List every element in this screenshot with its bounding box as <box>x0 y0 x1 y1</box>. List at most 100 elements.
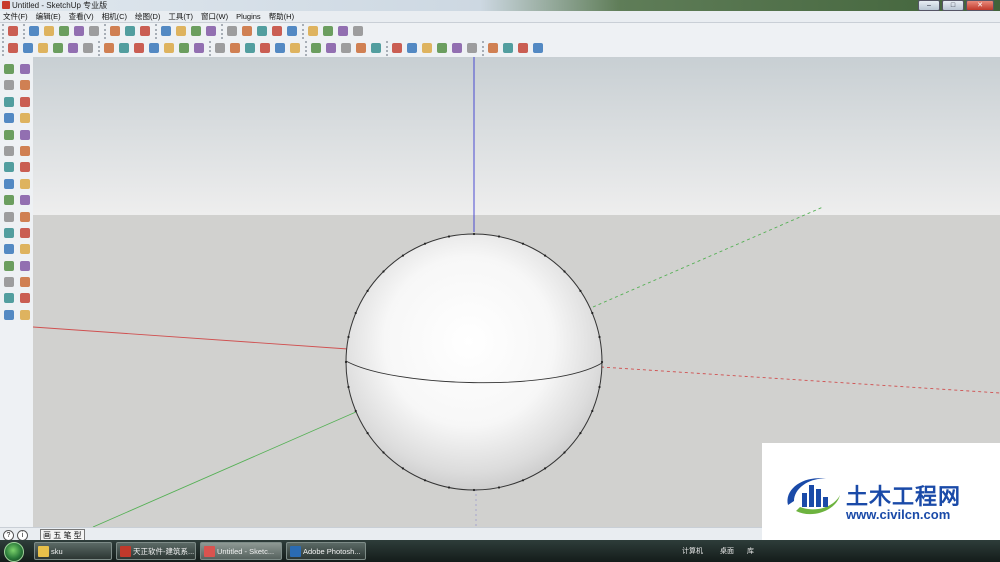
pan-tool-icon[interactable] <box>17 241 33 257</box>
protractor-icon[interactable] <box>36 41 50 55</box>
taskbar-button-tangent[interactable]: 天正软件-建筑系... <box>116 542 196 560</box>
3d-warehouse-icon[interactable] <box>336 24 350 38</box>
rectangle-tool-icon[interactable] <box>1 94 17 110</box>
eraser-tool-icon[interactable] <box>108 24 122 38</box>
menu-edit[interactable]: 编辑(E) <box>33 11 66 22</box>
axes-tool-icon[interactable] <box>6 41 20 55</box>
subtract-icon[interactable] <box>486 41 500 55</box>
text-tool-icon[interactable] <box>17 209 33 225</box>
right-view-icon[interactable] <box>147 41 161 55</box>
intersect-icon[interactable] <box>450 41 464 55</box>
add-detail-icon[interactable] <box>369 41 383 55</box>
text-tool-icon[interactable] <box>51 41 65 55</box>
start-button[interactable] <box>4 542 24 562</box>
look-around-icon[interactable] <box>17 290 33 306</box>
stamp-icon[interactable] <box>339 41 353 55</box>
share-model-icon[interactable] <box>306 24 320 38</box>
back-view-icon[interactable] <box>162 41 176 55</box>
zoom-tool-icon[interactable] <box>255 24 269 38</box>
scale-tool-icon[interactable] <box>1 176 17 192</box>
follow-me-icon[interactable] <box>17 159 33 175</box>
line-tool-icon[interactable] <box>27 24 41 38</box>
tape-measure-icon[interactable] <box>1 192 17 208</box>
rotate-tool-icon[interactable] <box>1 159 17 175</box>
rotate-tool-icon[interactable] <box>189 24 203 38</box>
union-icon[interactable] <box>465 41 479 55</box>
3d-text-icon[interactable] <box>17 225 33 241</box>
taskbar-button-sketchup[interactable]: Untitled - Sketc... <box>200 542 282 560</box>
menu-help[interactable]: 帮助(H) <box>266 11 299 22</box>
orbit-tool-icon[interactable] <box>225 24 239 38</box>
select-tool-icon[interactable] <box>6 24 20 38</box>
close-button[interactable]: ✕ <box>966 0 994 11</box>
circle-tool-icon[interactable] <box>57 24 71 38</box>
tray-desktop[interactable]: 桌面 <box>720 546 734 556</box>
get-models-icon[interactable] <box>285 24 299 38</box>
push-pull-icon[interactable] <box>17 143 33 159</box>
minimize-button[interactable]: – <box>918 0 940 11</box>
extension-warehouse-icon[interactable] <box>351 24 365 38</box>
menu-view[interactable]: 查看(V) <box>66 11 99 22</box>
walk-tool-icon[interactable] <box>405 41 419 55</box>
rectangle-tool-icon[interactable] <box>42 24 56 38</box>
trim-icon[interactable] <box>501 41 515 55</box>
sphere[interactable] <box>345 233 603 491</box>
zoom-window-icon[interactable] <box>17 258 33 274</box>
move-tool-icon[interactable] <box>1 143 17 159</box>
move-tool-icon[interactable] <box>174 24 188 38</box>
share-component-icon[interactable] <box>321 24 335 38</box>
arc-tool-icon[interactable] <box>72 24 86 38</box>
menu-window[interactable]: 窗口(W) <box>198 11 233 22</box>
axes-tool-icon[interactable] <box>1 225 17 241</box>
push-pull-icon[interactable] <box>159 24 173 38</box>
position-camera-icon[interactable] <box>1 290 17 306</box>
taskbar-button-folder[interactable]: sku <box>34 542 112 560</box>
drape-icon[interactable] <box>354 41 368 55</box>
tape-measure-icon[interactable] <box>123 24 137 38</box>
menu-tools[interactable]: 工具(T) <box>165 11 198 22</box>
dimension-icon[interactable] <box>21 41 35 55</box>
make-component-icon[interactable] <box>17 61 33 77</box>
orbit-tool-icon[interactable] <box>1 241 17 257</box>
line-tool-icon[interactable] <box>17 94 33 110</box>
zoom-extents-icon[interactable] <box>17 274 33 290</box>
freehand-tool-icon[interactable] <box>17 127 33 143</box>
menu-camera[interactable]: 相机(C) <box>99 11 132 22</box>
top-view-icon[interactable] <box>117 41 131 55</box>
tray-computer[interactable]: 计算机 <box>682 546 703 556</box>
shaded-texture-icon[interactable] <box>258 41 272 55</box>
left-view-icon[interactable] <box>177 41 191 55</box>
section-plane-icon[interactable] <box>81 41 95 55</box>
smoove-icon[interactable] <box>324 41 338 55</box>
su-logo-icon[interactable] <box>531 41 545 55</box>
iso-view-icon[interactable] <box>102 41 116 55</box>
follow-me-icon[interactable] <box>204 24 218 38</box>
hidden-line-icon[interactable] <box>228 41 242 55</box>
3d-text-icon[interactable] <box>66 41 80 55</box>
circle-tool-icon[interactable] <box>1 110 17 126</box>
flip-edge-icon[interactable] <box>390 41 404 55</box>
section-plane-icon[interactable] <box>17 307 33 323</box>
paint-bucket-icon[interactable] <box>138 24 152 38</box>
arc-tool-icon[interactable] <box>17 110 33 126</box>
zoom-extents-icon[interactable] <box>270 24 284 38</box>
dimension-icon[interactable] <box>17 192 33 208</box>
shaded-icon[interactable] <box>243 41 257 55</box>
offset-tool-icon[interactable] <box>17 176 33 192</box>
walk-tool-icon[interactable] <box>1 307 17 323</box>
xray-icon[interactable] <box>192 41 206 55</box>
make-component-icon[interactable] <box>87 24 101 38</box>
zoom-tool-icon[interactable] <box>1 258 17 274</box>
position-camera-icon[interactable] <box>435 41 449 55</box>
sandbox-contours-icon[interactable] <box>288 41 302 55</box>
maximize-button[interactable]: □ <box>942 0 964 11</box>
previous-view-icon[interactable] <box>1 274 17 290</box>
select-tool-icon[interactable] <box>1 61 17 77</box>
wireframe-icon[interactable] <box>213 41 227 55</box>
sandbox-scratch-icon[interactable] <box>309 41 323 55</box>
menu-draw[interactable]: 绘图(D) <box>132 11 165 22</box>
polygon-tool-icon[interactable] <box>1 127 17 143</box>
monochrome-icon[interactable] <box>273 41 287 55</box>
split-icon[interactable] <box>516 41 530 55</box>
eraser-tool-icon[interactable] <box>17 77 33 93</box>
